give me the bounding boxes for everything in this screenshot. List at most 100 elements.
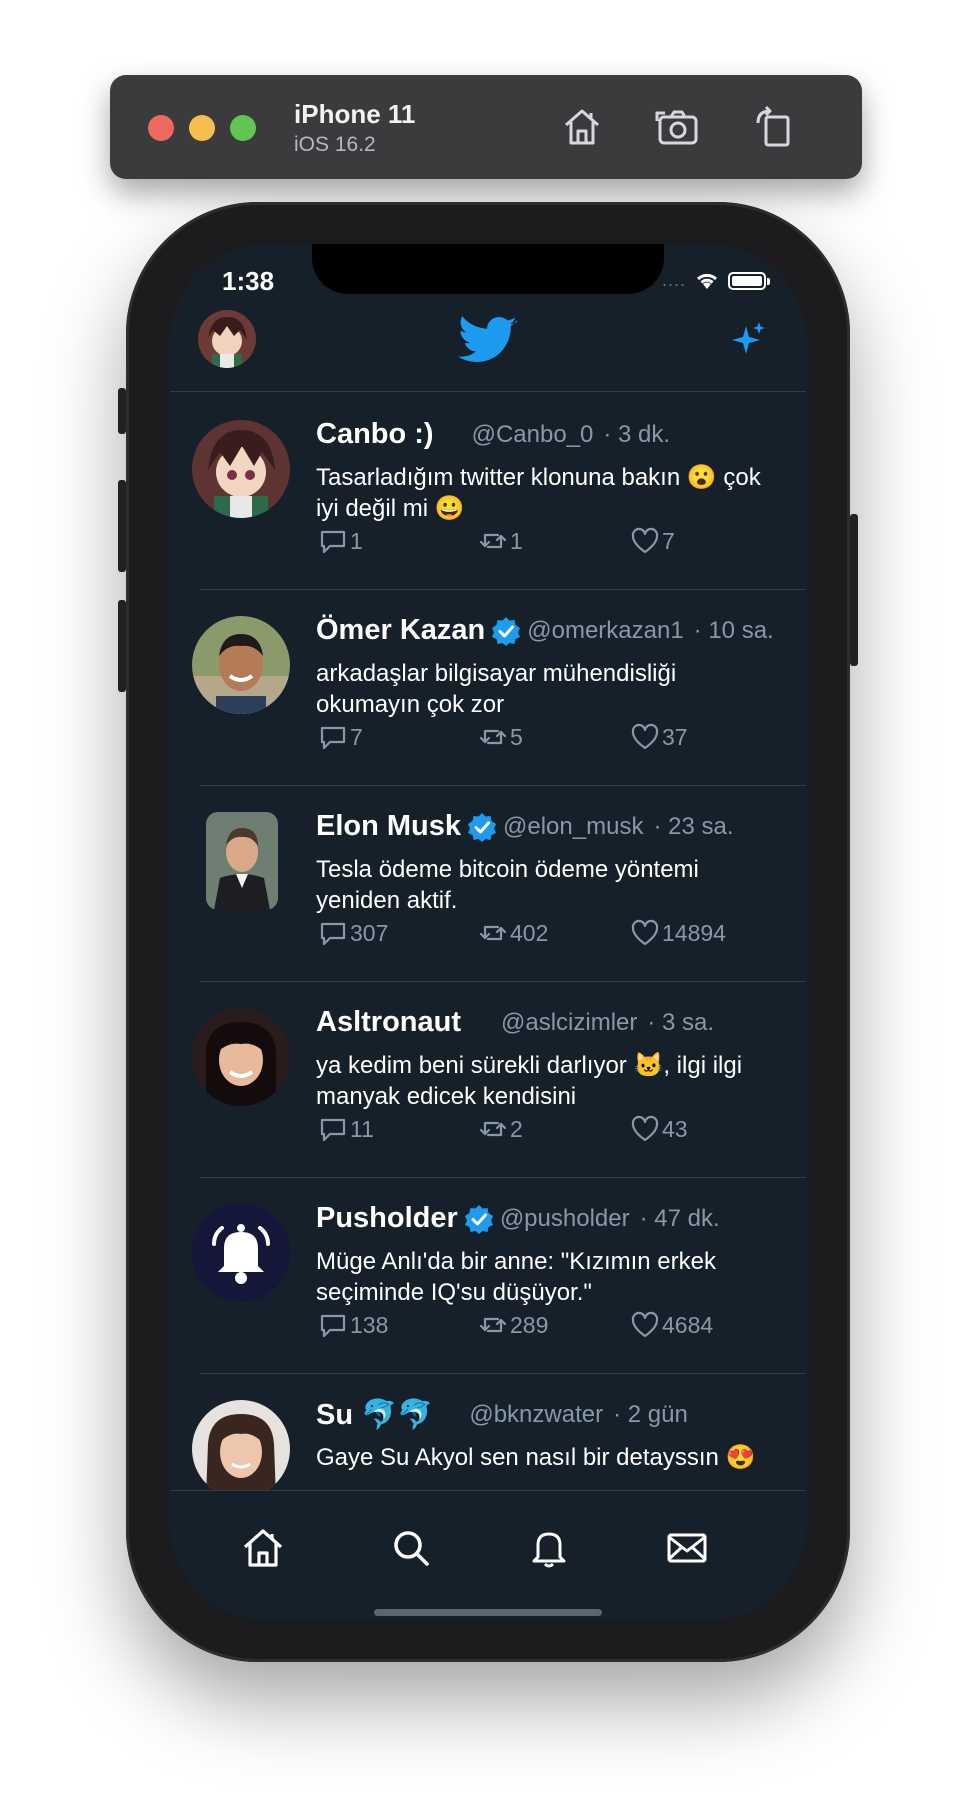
reply-button[interactable]: 307 xyxy=(318,918,388,948)
tweet-item[interactable]: Canbo :) @Canbo_0 · 3 dk. Tasarladığım t… xyxy=(170,394,806,590)
tweet-actions: 7 5 37 xyxy=(318,722,758,754)
tab-notifications[interactable] xyxy=(526,1525,572,1571)
tweet-item[interactable]: Su 🐬🐬 @bknzwater · 2 gün Gaye Su Akyol s… xyxy=(170,1374,806,1490)
tweet-handle[interactable]: @pusholder xyxy=(500,1205,630,1233)
twitter-bird-icon xyxy=(458,310,518,370)
avatar[interactable] xyxy=(192,1008,290,1106)
screenshot-icon[interactable] xyxy=(654,103,702,151)
retweet-count: 5 xyxy=(510,723,523,750)
rotate-icon[interactable] xyxy=(750,103,798,151)
zoom-window-button[interactable] xyxy=(230,115,256,141)
tweet-item[interactable]: Ömer Kazan @omerkazan1 · 10 sa. arkadaşl… xyxy=(170,590,806,786)
tweet-time: · 2 gün xyxy=(613,1401,688,1428)
signal-icon: .... xyxy=(661,270,686,290)
tweet-time: · 10 sa. xyxy=(693,616,774,644)
tweet-handle[interactable]: @bknzwater xyxy=(469,1401,603,1429)
mute-switch xyxy=(118,388,126,434)
avatar[interactable] xyxy=(192,616,290,714)
reply-button[interactable]: 7 xyxy=(318,722,363,752)
retweet-button[interactable]: 402 xyxy=(478,918,548,948)
profile-avatar[interactable] xyxy=(198,310,256,368)
mail-icon xyxy=(667,1533,707,1563)
reply-icon xyxy=(320,530,346,554)
retweet-icon xyxy=(479,1121,507,1137)
retweet-button[interactable]: 1 xyxy=(478,526,523,556)
tweet-handle[interactable]: @omerkazan1 xyxy=(527,617,683,645)
reply-button[interactable]: 1 xyxy=(318,526,363,556)
tweet-text: Müge Anlı'da bir anne: "Kızımın erkek se… xyxy=(316,1248,716,1306)
like-count: 7 xyxy=(662,527,675,554)
tweet-time: · 3 dk. xyxy=(603,420,671,448)
verified-badge-icon xyxy=(492,616,521,646)
reply-button[interactable]: 138 xyxy=(318,1310,388,1340)
tweet-actions: 11 2 43 xyxy=(318,1114,758,1146)
avatar[interactable] xyxy=(192,1400,290,1490)
tweet-handle[interactable]: @elon_musk xyxy=(503,813,643,841)
retweet-count: 2 xyxy=(510,1115,523,1142)
tweet-actions: 307 402 14894 xyxy=(318,918,758,950)
tweet-item[interactable]: Asltronaut @aslcizimler · 3 sa. ya kedim… xyxy=(170,982,806,1178)
timeline-feed[interactable]: Canbo :) @Canbo_0 · 3 dk. Tasarladığım t… xyxy=(170,394,806,1490)
retweet-icon xyxy=(479,1317,507,1333)
avatar[interactable] xyxy=(192,1204,290,1302)
heart-icon xyxy=(631,1311,659,1338)
tweet-author-name[interactable]: Su 🐬🐬 xyxy=(316,1398,433,1432)
reply-button[interactable]: 11 xyxy=(318,1114,374,1144)
tab-bar xyxy=(170,1490,806,1620)
tweet-text: Tesla ödeme bitcoin ödeme yöntemi yenide… xyxy=(316,856,699,914)
verified-badge-icon xyxy=(464,1204,493,1234)
retweet-button[interactable]: 289 xyxy=(478,1310,548,1340)
reply-icon xyxy=(320,1118,346,1142)
reply-count: 7 xyxy=(350,723,363,750)
retweet-count: 1 xyxy=(510,527,523,554)
tab-home[interactable] xyxy=(240,1525,286,1571)
like-button[interactable]: 4684 xyxy=(630,1310,713,1340)
like-button[interactable]: 43 xyxy=(630,1114,688,1144)
tweet-item[interactable]: Elon Musk @elon_musk · 23 sa. Tesla ödem… xyxy=(170,786,806,982)
retweet-button[interactable]: 2 xyxy=(478,1114,523,1144)
close-window-button[interactable] xyxy=(148,115,174,141)
retweet-count: 402 xyxy=(510,919,549,946)
tab-messages[interactable] xyxy=(664,1525,710,1571)
home-icon[interactable] xyxy=(558,103,606,151)
retweet-icon xyxy=(479,925,507,941)
tab-search[interactable] xyxy=(388,1525,434,1571)
header xyxy=(170,300,806,392)
battery-icon xyxy=(728,271,770,290)
tweet-author-name[interactable]: Canbo :) xyxy=(316,418,434,451)
reply-icon xyxy=(320,922,346,946)
verified-badge-icon xyxy=(468,812,497,842)
tweet-text: arkadaşlar bilgisayar mühendisliği okuma… xyxy=(316,660,677,718)
like-button[interactable]: 14894 xyxy=(630,918,726,948)
tweet-item[interactable]: Pusholder @pusholder · 47 dk. Müge Anlı'… xyxy=(170,1178,806,1374)
tweet-author-name[interactable]: Elon Musk xyxy=(316,810,461,843)
retweet-icon xyxy=(479,729,507,745)
like-button[interactable]: 7 xyxy=(630,526,675,556)
home-icon xyxy=(243,1529,283,1567)
tweet-actions: 1 1 7 xyxy=(318,526,758,558)
reply-count: 138 xyxy=(350,1311,389,1338)
sparkle-icon[interactable] xyxy=(726,320,768,362)
reply-count: 307 xyxy=(350,919,389,946)
tweet-author-name[interactable]: Pusholder xyxy=(316,1202,458,1235)
tweet-author-name[interactable]: Ömer Kazan xyxy=(316,614,485,647)
home-indicator[interactable] xyxy=(374,1609,602,1616)
bell-icon xyxy=(532,1532,566,1568)
retweet-button[interactable]: 5 xyxy=(478,722,523,752)
tweet-handle[interactable]: @Canbo_0 xyxy=(472,421,594,449)
simulator-toolbar: iPhone 11 iOS 16.2 xyxy=(110,75,862,179)
like-button[interactable]: 37 xyxy=(630,722,688,752)
search-icon xyxy=(394,1531,429,1566)
notch xyxy=(312,244,664,294)
like-count: 14894 xyxy=(662,919,726,946)
tweet-handle[interactable]: @aslcizimler xyxy=(501,1009,637,1037)
volume-down-button xyxy=(118,600,126,692)
avatar[interactable] xyxy=(192,420,290,518)
status-time: 1:38 xyxy=(222,266,275,296)
like-count: 37 xyxy=(662,723,688,750)
minimize-window-button[interactable] xyxy=(189,115,215,141)
volume-up-button xyxy=(118,480,126,572)
avatar[interactable] xyxy=(206,812,278,910)
tweet-author-name[interactable]: Asltronaut xyxy=(316,1006,461,1039)
heart-icon xyxy=(631,527,659,554)
